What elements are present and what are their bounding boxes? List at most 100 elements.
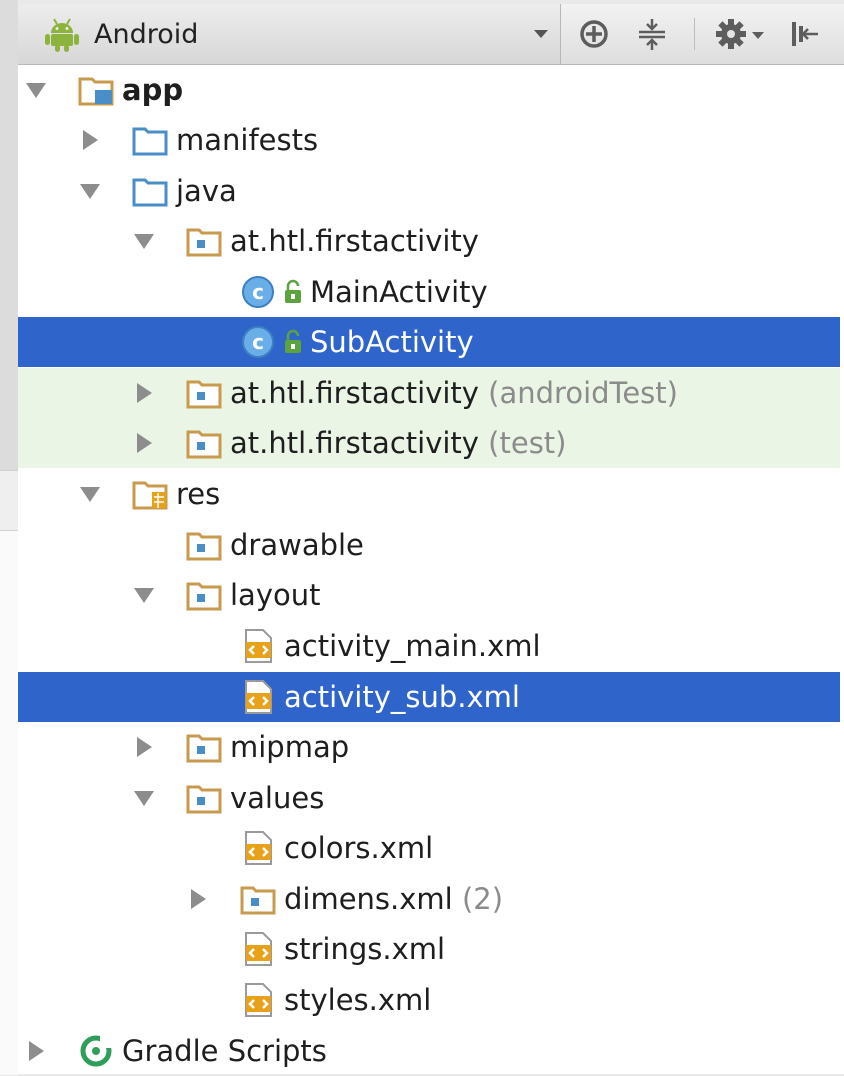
- source-folder-icon: [132, 127, 168, 156]
- tree-item-name: drawable: [230, 528, 364, 562]
- collapse-arrow-right-icon[interactable]: [83, 130, 98, 150]
- tree-row-res[interactable]: res: [18, 469, 840, 519]
- project-view-selector[interactable]: Android: [18, 4, 561, 64]
- tree-item-label: dimens.xml (2): [284, 874, 503, 924]
- source-folder-icon: [132, 178, 168, 207]
- tree-item-name: styles.xml: [284, 983, 432, 1017]
- tree-item-label: styles.xml: [284, 975, 431, 1025]
- project-tree: app manifests java at.htl.firstactivity c Mai…: [18, 65, 844, 1074]
- tree-row-at-htl-firstactivity-androidtest[interactable]: at.htl.firstactivity (androidTest): [18, 368, 840, 418]
- settings-button[interactable]: [712, 14, 772, 54]
- tree-row-java[interactable]: java: [18, 166, 840, 216]
- expand-arrow-down-icon[interactable]: [134, 791, 154, 806]
- collapse-arrow-right-icon[interactable]: [191, 889, 206, 909]
- class-icon: c: [242, 276, 274, 308]
- tree-row-app[interactable]: app: [18, 65, 840, 115]
- editor-tab-strip: [0, 470, 18, 531]
- tree-item-name: at.htl.firstactivity: [230, 224, 479, 258]
- tree-item-label: MainActivity: [310, 267, 488, 317]
- package-folder-icon: [240, 886, 276, 915]
- tree-item-label: res: [176, 469, 220, 519]
- svg-text:c: c: [252, 330, 264, 354]
- tree-row-mainactivity[interactable]: c MainActivity: [18, 267, 840, 317]
- tree-item-label: app: [122, 65, 183, 115]
- collapse-arrow-right-icon[interactable]: [137, 433, 152, 453]
- toolbar-separator: [694, 18, 695, 50]
- tree-item-label: at.htl.firstactivity (androidTest): [230, 368, 678, 418]
- tree-row-gradle-scripts[interactable]: Gradle Scripts: [18, 1026, 840, 1076]
- tree-item-name: SubActivity: [310, 325, 474, 359]
- tree-item-suffix: (test): [478, 426, 567, 460]
- project-toolbar: Android: [18, 4, 844, 65]
- tree-row-subactivity[interactable]: c SubActivity: [18, 317, 840, 367]
- editor-gutter: [0, 0, 18, 470]
- tree-item-label: mipmap: [230, 722, 349, 772]
- collapse-arrow-right-icon[interactable]: [137, 737, 152, 757]
- package-folder-icon: [186, 734, 222, 763]
- tree-item-label: values: [230, 773, 324, 823]
- tree-row-values[interactable]: values: [18, 773, 840, 823]
- expand-arrow-down-icon[interactable]: [134, 234, 154, 249]
- tree-item-name: strings.xml: [284, 932, 446, 966]
- tree-item-name: layout: [230, 578, 321, 612]
- settings-gear-icon: [716, 19, 764, 49]
- tree-row-layout[interactable]: layout: [18, 570, 840, 620]
- tree-row-mipmap[interactable]: mipmap: [18, 722, 840, 772]
- project-view-label: Android: [94, 18, 199, 50]
- hide-panel-button[interactable]: [784, 14, 824, 54]
- tree-item-label: strings.xml: [284, 924, 445, 974]
- resource-folder-icon: [132, 481, 168, 510]
- xml-file-icon: [245, 983, 272, 1017]
- tree-row-styles-xml[interactable]: styles.xml: [18, 975, 840, 1025]
- editor-edge: [0, 0, 18, 1075]
- collapse-arrow-right-icon[interactable]: [29, 1041, 44, 1061]
- collapse-all-button[interactable]: [632, 14, 672, 54]
- tree-item-label: activity_sub.xml: [284, 672, 520, 722]
- tree-item-label: colors.xml: [284, 823, 433, 873]
- tree-item-name: dimens.xml: [284, 882, 453, 916]
- module-folder-icon: [78, 77, 114, 106]
- tree-item-name: colors.xml: [284, 831, 434, 865]
- tree-item-label: Gradle Scripts: [122, 1026, 327, 1076]
- expand-arrow-down-icon[interactable]: [80, 487, 100, 502]
- tree-row-manifests[interactable]: manifests: [18, 115, 840, 165]
- tree-item-name: MainActivity: [310, 275, 488, 309]
- xml-file-icon: [245, 831, 272, 865]
- tree-item-name: activity_sub.xml: [284, 680, 520, 714]
- tree-row-at-htl-firstactivity-test[interactable]: at.htl.firstactivity (test): [18, 418, 840, 468]
- expand-arrow-down-icon[interactable]: [26, 83, 46, 98]
- tree-item-name: app: [122, 73, 184, 107]
- package-folder-icon: [186, 380, 222, 409]
- package-folder-icon: [186, 582, 222, 611]
- tree-item-label: SubActivity: [310, 317, 474, 367]
- tree-item-name: java: [176, 174, 237, 208]
- tree-item-name: activity_main.xml: [284, 629, 541, 663]
- collapse-arrow-right-icon[interactable]: [137, 383, 152, 403]
- tree-item-name: Gradle Scripts: [122, 1034, 327, 1068]
- expand-arrow-down-icon[interactable]: [80, 184, 100, 199]
- package-folder-icon: [186, 228, 222, 257]
- tree-row-drawable[interactable]: drawable: [18, 520, 840, 570]
- tree-row-dimens-xml-2[interactable]: dimens.xml (2): [18, 874, 840, 924]
- tree-row-colors-xml[interactable]: colors.xml: [18, 823, 840, 873]
- package-folder-icon: [186, 785, 222, 814]
- expand-arrow-down-icon[interactable]: [134, 588, 154, 603]
- tree-item-label: manifests: [176, 115, 318, 165]
- tree-item-suffix: (androidTest): [478, 376, 678, 410]
- svg-text:c: c: [252, 280, 264, 304]
- tree-item-label: at.htl.firstactivity (test): [230, 418, 567, 468]
- tree-item-name: res: [176, 477, 221, 511]
- tree-row-at-htl-firstactivity[interactable]: at.htl.firstactivity: [18, 216, 840, 266]
- package-folder-icon: [186, 532, 222, 561]
- tree-row-activity-main-xml[interactable]: activity_main.xml: [18, 621, 840, 671]
- xml-file-icon: [245, 932, 272, 966]
- tree-item-suffix: (2): [452, 882, 504, 916]
- tree-row-activity-sub-xml[interactable]: activity_sub.xml: [18, 672, 840, 722]
- locate-target-button[interactable]: [574, 14, 614, 54]
- tree-row-strings-xml[interactable]: strings.xml: [18, 924, 840, 974]
- tree-item-name: at.htl.firstactivity: [230, 376, 479, 410]
- tree-item-label: at.htl.firstactivity: [230, 216, 479, 266]
- dropdown-arrow-icon: [534, 30, 548, 38]
- access-lock-icon: [285, 279, 301, 303]
- package-folder-icon: [186, 430, 222, 459]
